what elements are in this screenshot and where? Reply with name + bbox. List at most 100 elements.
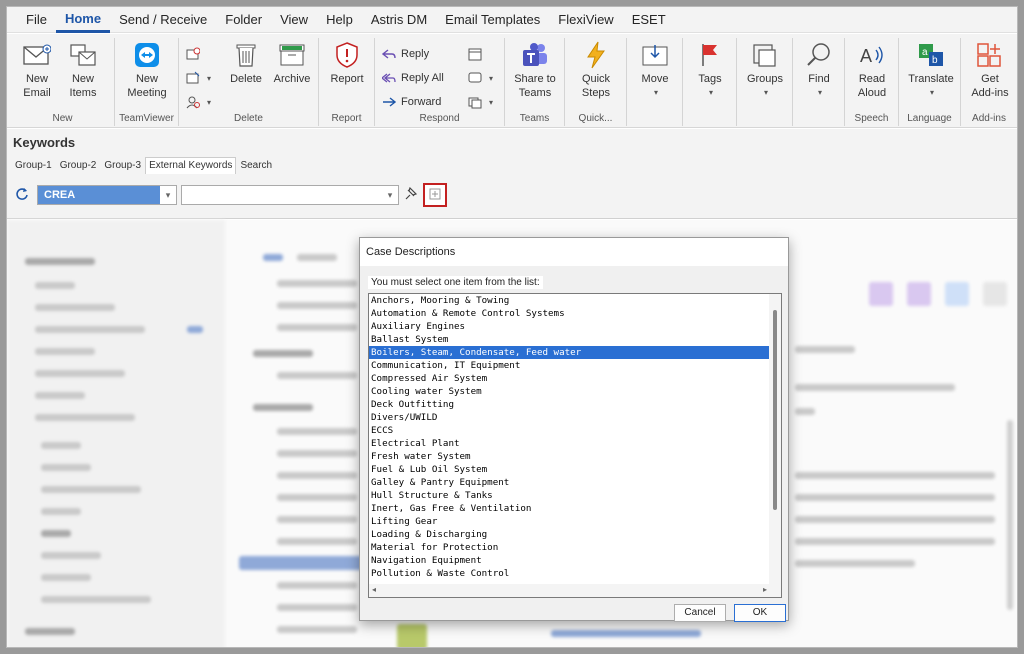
new-meeting-label: New Meeting — [127, 73, 167, 99]
ribbon-group-speech: A Read Aloud Speech — [845, 38, 899, 126]
list-item[interactable]: Electrical Plant — [369, 437, 769, 450]
get-addins-button[interactable]: Get Add-ins — [967, 40, 1013, 100]
list-item[interactable]: Boilers, Steam, Condensate, Feed water — [369, 346, 769, 359]
share-teams-button[interactable]: Share to Teams — [511, 40, 559, 100]
list-item[interactable]: Fuel & Lub Oil System — [369, 463, 769, 476]
meeting-reply-button[interactable] — [467, 44, 487, 64]
tab-group-3[interactable]: Group-3 — [100, 157, 145, 174]
ribbon-group-delete: ▾ ▾ Delete Archive Delete — [179, 38, 319, 126]
list-item[interactable]: Material for Protection — [369, 541, 769, 554]
menu-send-receive[interactable]: Send / Receive — [110, 7, 216, 33]
read-aloud-button[interactable]: A Read Aloud — [851, 40, 893, 100]
case-description-button[interactable] — [423, 183, 447, 207]
find-label: Find — [808, 73, 830, 85]
move-button[interactable]: Move ▾ — [635, 40, 675, 100]
add-case-icon — [428, 187, 442, 204]
new-meeting-button[interactable]: New Meeting — [123, 40, 171, 100]
im-reply-button[interactable]: ▾ — [467, 68, 493, 88]
list-item[interactable]: Communication, IT Equipment — [369, 359, 769, 372]
tab-group-2[interactable]: Group-2 — [56, 157, 101, 174]
forward-button[interactable]: Forward — [381, 92, 441, 112]
cancel-button[interactable]: Cancel — [674, 604, 726, 622]
chevron-down-icon: ▾ — [489, 73, 494, 83]
scroll-right-icon[interactable]: ▸ — [763, 585, 767, 594]
list-item[interactable]: Navigation Equipment — [369, 554, 769, 567]
list-item[interactable]: Auxiliary Engines — [369, 320, 769, 333]
delete-button[interactable]: Delete — [227, 40, 265, 86]
menu-home[interactable]: Home — [55, 7, 111, 33]
menu-view[interactable]: View — [271, 7, 317, 33]
addins-icon — [975, 40, 1005, 70]
groups-button[interactable]: Groups ▾ — [743, 40, 787, 100]
menu-file[interactable]: File — [17, 7, 56, 33]
menu-folder[interactable]: Folder — [216, 7, 271, 33]
list-item[interactable]: Hull Structure & Tanks — [369, 489, 769, 502]
more-respond-button[interactable]: ▾ — [467, 92, 493, 112]
read-aloud-label: Read Aloud — [857, 73, 887, 99]
keyword-value-combo[interactable]: ▾ — [181, 185, 399, 205]
chat-icon — [467, 70, 483, 86]
junk-button[interactable]: ▾ — [185, 92, 211, 112]
teamviewer-icon — [132, 40, 162, 70]
list-item[interactable]: Compressed Air System — [369, 372, 769, 385]
report-button[interactable]: Report — [325, 40, 369, 86]
horizontal-scrollbar[interactable]: ◂ ▸ — [369, 584, 781, 597]
chevron-down-icon[interactable]: ▾ — [382, 186, 398, 204]
list-item[interactable]: Loading & Discharging — [369, 528, 769, 541]
read-aloud-icon: A — [857, 40, 887, 70]
quick-steps-button[interactable]: Quick Steps — [573, 40, 619, 100]
group-label-teamviewer: TeamViewer — [119, 113, 174, 124]
list-item[interactable]: Galley & Pantry Equipment — [369, 476, 769, 489]
archive-button[interactable]: Archive — [269, 40, 315, 86]
case-list[interactable]: Anchors, Mooring & Towing Automation & Re… — [368, 293, 782, 598]
vertical-scrollbar[interactable] — [769, 294, 781, 584]
tags-button[interactable]: Tags ▾ — [691, 40, 729, 100]
list-item[interactable]: Lifting Gear — [369, 515, 769, 528]
menu-flexiview[interactable]: FlexiView — [549, 7, 622, 33]
chevron-down-icon: ▾ — [489, 97, 494, 107]
translate-button[interactable]: ab Translate ▾ — [903, 40, 959, 100]
new-items-button[interactable]: New Items — [61, 40, 105, 100]
tab-group-1[interactable]: Group-1 — [11, 157, 56, 174]
tab-external-keywords[interactable]: External Keywords — [145, 157, 237, 174]
flag-icon — [695, 40, 725, 70]
list-item[interactable]: Inert, Gas Free & Ventilation — [369, 502, 769, 515]
shield-icon — [332, 40, 362, 70]
list-item[interactable]: Pollution & Waste Control — [369, 567, 769, 580]
group-label-addins: Add-ins — [972, 113, 1006, 124]
list-item[interactable]: Automation & Remote Control Systems — [369, 307, 769, 320]
ok-button[interactable]: OK — [734, 604, 786, 622]
tab-search[interactable]: Search — [236, 157, 276, 174]
menu-email-templates[interactable]: Email Templates — [436, 7, 549, 33]
list-item[interactable]: Deck Outfitting — [369, 398, 769, 411]
keyword-combo[interactable]: CREA ▾ — [37, 185, 177, 205]
reply-button[interactable]: Reply — [381, 44, 429, 64]
list-item[interactable]: Divers/UWILD — [369, 411, 769, 424]
menu-eset[interactable]: ESET — [623, 7, 675, 33]
list-item[interactable]: Cooling water System — [369, 385, 769, 398]
menu-astris-dm[interactable]: Astris DM — [362, 7, 436, 33]
pin-icon[interactable] — [403, 186, 418, 204]
chevron-down-icon[interactable]: ▾ — [160, 186, 176, 204]
list-item[interactable]: ECCS — [369, 424, 769, 437]
keywords-row: CREA ▾ ▾ — [15, 183, 447, 207]
reply-all-button[interactable]: Reply All — [381, 68, 444, 88]
move-folder-icon — [640, 40, 670, 70]
list-item[interactable]: Fresh water System — [369, 450, 769, 463]
chevron-down-icon: ▾ — [207, 97, 212, 107]
find-button[interactable]: Find ▾ — [799, 40, 839, 100]
ribbon: New Email New Items New New Meeting Team… — [7, 34, 1017, 128]
cleanup-button[interactable]: ▾ — [185, 68, 211, 88]
envelope-icon — [22, 40, 52, 70]
list-item[interactable]: Anchors, Mooring & Towing — [369, 294, 769, 307]
scrollbar-thumb[interactable] — [773, 310, 777, 510]
chevron-down-icon: ▾ — [817, 88, 822, 97]
menu-help[interactable]: Help — [317, 7, 362, 33]
reply-icon — [381, 46, 397, 62]
ignore-button[interactable] — [185, 44, 205, 64]
new-email-button[interactable]: New Email — [17, 40, 57, 100]
scroll-left-icon[interactable]: ◂ — [372, 585, 376, 594]
refresh-icon[interactable] — [15, 187, 29, 204]
forward-label: Forward — [401, 96, 442, 108]
list-item[interactable]: Ballast System — [369, 333, 769, 346]
